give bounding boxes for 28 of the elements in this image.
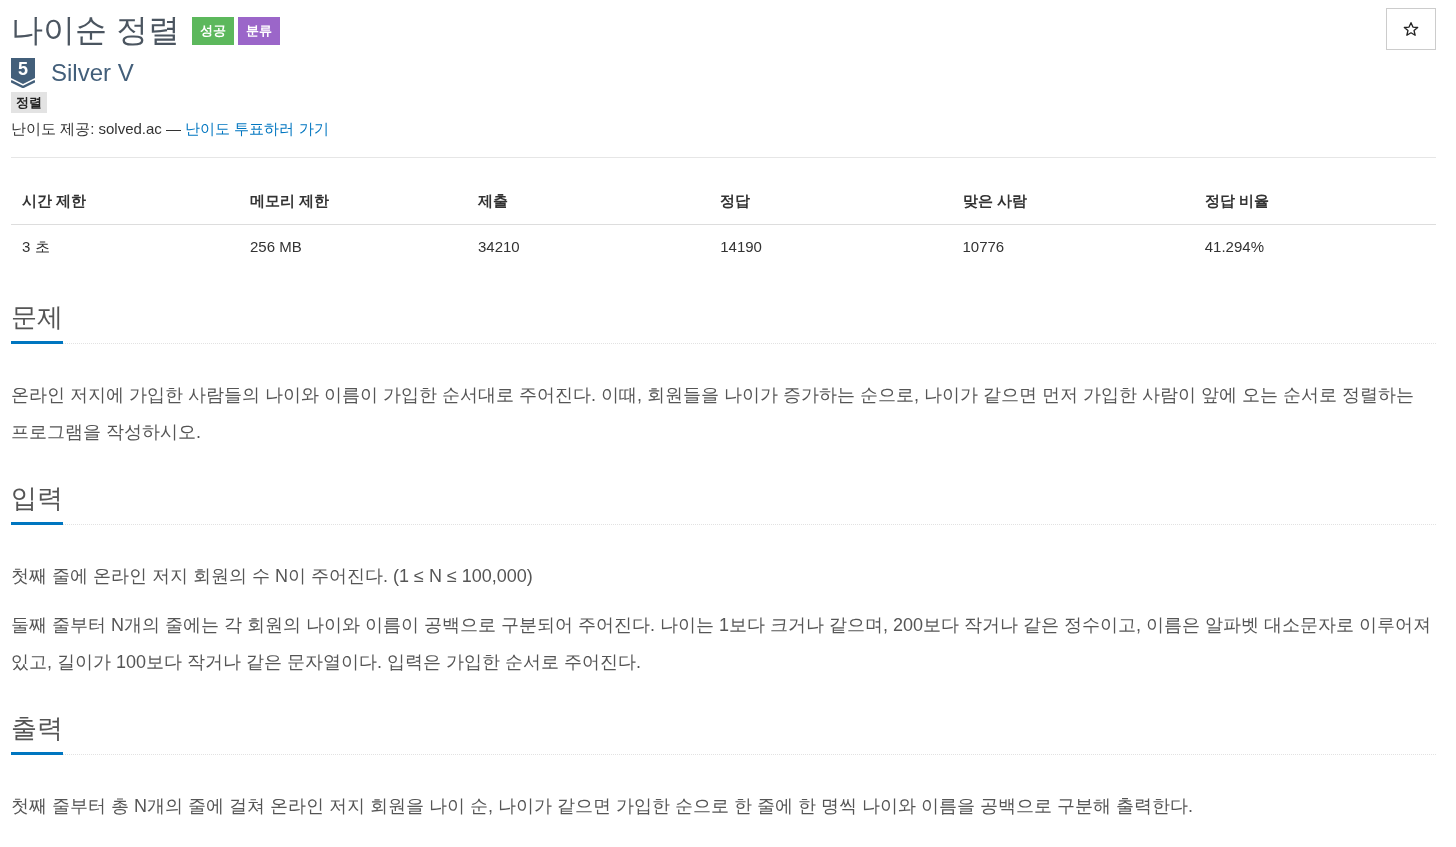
section-paragraph: 온라인 저지에 가입한 사람들의 나이와 이름이 가입한 순서대로 주어진다. 이때, 회원들을 나이가 증가하는 순으로, 나이가 같으면 먼저 가입한 사람이 앞에 오는 순서로 정렬하는 프로그램을 작성하시오. <box>11 383 1416 444</box>
section-heading: 문제 <box>11 301 63 344</box>
column-header: 정답 비율 <box>1193 177 1436 225</box>
status-label: 성공 <box>191 16 234 45</box>
problem-title: 나이순 정렬 <box>11 12 180 49</box>
section-paragraph: 첫째 줄부터 총 N개의 줄에 걸쳐 온라인 저지 회원을 나이 순, 나이가 같으면 가입한 순으로 한 줄에 한 명씩 나이와 이름을 공백으로 구분해 출력한다. <box>11 795 1195 819</box>
section-heading: 입력 <box>11 482 63 525</box>
table-cell: 256 MB <box>239 224 467 270</box>
table-cell: 10776 <box>951 224 1194 270</box>
section-paragraph: 첫째 줄에 온라인 저지 회원의 수 N이 주어진다. (1 ≤ N ≤ 100,000) <box>11 564 534 588</box>
favorite-button[interactable] <box>1386 8 1436 50</box>
table-cell: 34210 <box>467 224 710 270</box>
column-header: 정답 <box>709 177 952 225</box>
status-label: 분류 <box>237 16 280 45</box>
column-header: 제출 <box>467 177 710 225</box>
column-header: 시간 제한 <box>11 177 239 225</box>
difficulty-note: 난이도 제공: solved.ac — 난이도 투표하러 가기 <box>11 119 330 139</box>
table-cell: 41.294% <box>1193 224 1436 270</box>
section-heading: 출력 <box>11 712 63 756</box>
tier-name: Silver V <box>51 58 134 88</box>
table-cell: 14190 <box>709 224 952 270</box>
star-icon <box>1403 21 1419 37</box>
column-header: 메모리 제한 <box>239 177 467 225</box>
section-paragraph: 둘째 줄부터 N개의 줄에는 각 회원의 나이와 이름이 공백으로 구분되어 주어진다. 나이는 1보다 크거나 같으며, 200보다 작거나 같은 정수이고, 이름은 알파벳 대소문자로 이루어져 있고, 길이가 100보다 작거나 같은 문자열이다. 입력은 가입한 순서로 주어진다. <box>11 613 1433 674</box>
column-header: 맞은 사람 <box>951 177 1194 225</box>
vote-link[interactable]: 난이도 투표하러 가기 <box>185 120 329 137</box>
table-cell: 3 초 <box>11 224 239 270</box>
tag-label: 정렬 <box>11 92 47 113</box>
